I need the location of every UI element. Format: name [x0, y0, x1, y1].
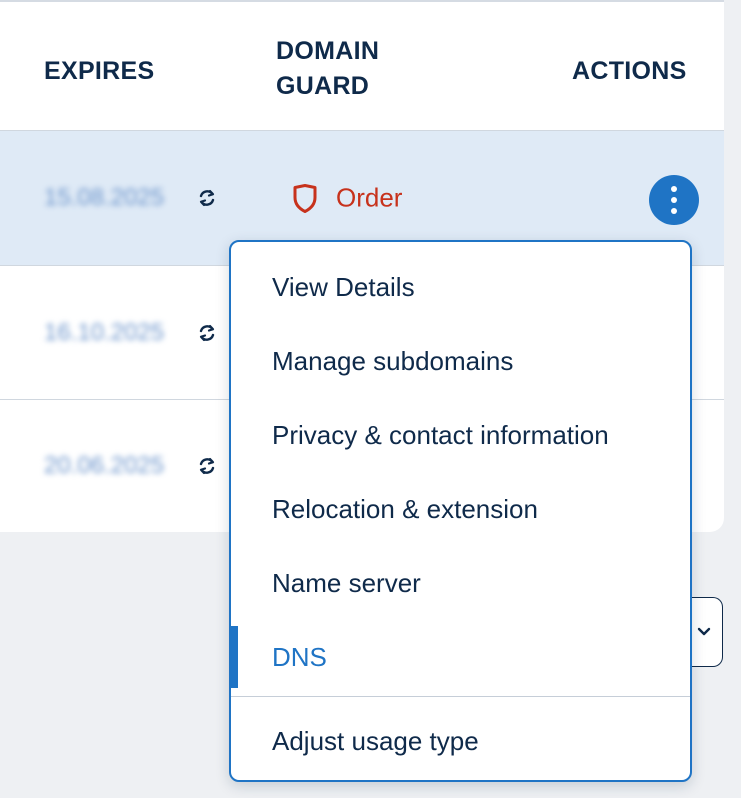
- shield-icon: [293, 183, 317, 213]
- menu-item-relocation-extension[interactable]: Relocation & extension: [231, 472, 690, 546]
- renew-icon: [199, 457, 215, 475]
- chevron-down-icon: [697, 627, 711, 636]
- renew-icon: [199, 189, 215, 207]
- domain-guard-label: Order: [336, 182, 403, 213]
- expires-date: 16.10.2025: [44, 318, 165, 346]
- expires-date: 15.08.2025: [44, 184, 165, 211]
- menu-item-privacy-contact[interactable]: Privacy & contact information: [231, 398, 690, 472]
- menu-item-view-details[interactable]: View Details: [231, 250, 690, 324]
- header-actions: ACTIONS: [572, 57, 687, 85]
- menu-item-name-server[interactable]: Name server: [231, 546, 690, 620]
- renew-icon: [199, 324, 215, 341]
- actions-dropdown-menu: View Details Manage subdomains Privacy &…: [229, 240, 692, 782]
- kebab-dot: [671, 197, 677, 203]
- kebab-dot: [671, 208, 677, 214]
- header-expires: EXPIRES: [44, 57, 155, 85]
- header-domain-guard: DOMAIN GUARD: [276, 37, 380, 100]
- kebab-dot: [671, 186, 677, 192]
- menu-item-manage-subdomains[interactable]: Manage subdomains: [231, 324, 690, 398]
- menu-item-dns[interactable]: DNS: [231, 620, 690, 694]
- actions-menu-button[interactable]: [649, 175, 699, 225]
- menu-item-adjust-usage-type[interactable]: Adjust usage type: [231, 704, 690, 778]
- menu-divider: [231, 696, 690, 697]
- page-size-select[interactable]: [690, 597, 723, 667]
- domain-guard-order-link[interactable]: Order: [292, 183, 402, 214]
- expires-date: 20.06.2025: [44, 452, 165, 479]
- table-header: EXPIRES DOMAIN GUARD ACTIONS: [0, 2, 724, 131]
